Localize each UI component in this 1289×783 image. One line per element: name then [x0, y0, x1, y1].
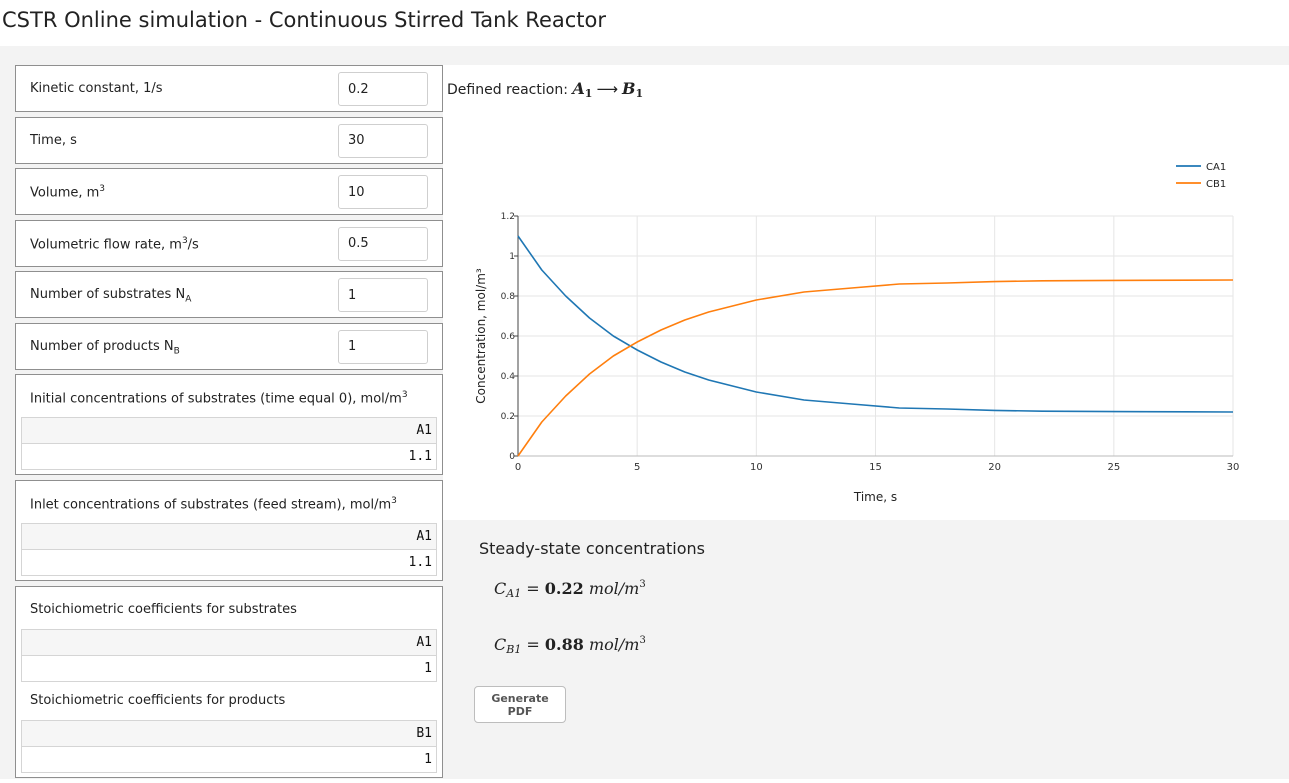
ca-eq: =: [521, 579, 545, 598]
y-tick-label: 1.2: [501, 212, 515, 222]
x-tick-label: 25: [1107, 462, 1120, 473]
substrates-row: Number of substrates NA: [15, 271, 443, 318]
volume-label: Volume, m3: [30, 184, 105, 200]
substrates-label-sub: A: [185, 294, 192, 305]
cb-var: C: [494, 635, 507, 654]
products-label: Number of products NB: [30, 339, 180, 357]
ca-unit-sup: 3: [639, 579, 646, 590]
inlet-concentrations-label: Inlet concentrations of substrates (feed…: [30, 496, 397, 512]
generate-pdf-button[interactable]: Generate PDF: [474, 686, 566, 723]
concentration-chart[interactable]: 0 5 10 15 20 25 30 0 0.2 0.4 0.6 0.8 1 1.2 Time, s Conc…: [443, 65, 1289, 520]
initial-header-A1: A1: [21, 417, 437, 444]
flow-rate-label-text: Volumetric flow rate, m: [30, 236, 182, 252]
steady-state-title: Steady-state concentrations: [479, 539, 705, 558]
initial-value-A1[interactable]: 1.1: [21, 443, 437, 470]
stoich-substrates-value-A1[interactable]: 1: [21, 655, 437, 682]
y-tick-label: 0.6: [501, 332, 516, 342]
flow-rate-label: Volumetric flow rate, m3/s: [30, 236, 199, 252]
stoich-substrates-label: Stoichiometric coefficients for substrat…: [30, 602, 297, 617]
inlet-concentrations-label-sup: 3: [391, 496, 397, 506]
steady-state-cb: CB1 = 0.88 mol/m3: [494, 635, 646, 656]
kinetic-constant-label: Kinetic constant, 1/s: [30, 81, 163, 96]
products-label-text: Number of products N: [30, 338, 174, 354]
steady-state-ca: CA1 = 0.22 mol/m3: [494, 579, 646, 600]
time-label: Time, s: [30, 132, 77, 148]
y-tick-label: 0.2: [501, 412, 515, 422]
parameters-panel: Kinetic constant, 1/s Time, s Volume, m3…: [15, 65, 443, 783]
time-input[interactable]: [338, 123, 428, 158]
y-tick-label: 0.4: [501, 372, 516, 382]
y-tick-label: 0.8: [501, 292, 516, 302]
stoich-substrates-header-A1: A1: [21, 629, 437, 656]
cb-eq: =: [521, 635, 545, 654]
x-tick-label: 30: [1227, 462, 1240, 473]
x-tick-label: 10: [750, 462, 763, 473]
stoich-products-label: Stoichiometric coefficients for products: [30, 693, 286, 708]
products-input[interactable]: [338, 329, 428, 364]
substrates-label-text: Number of substrates N: [30, 287, 186, 302]
y-tick-label: 0: [509, 452, 515, 462]
cb-value: 0.88: [544, 635, 584, 654]
time-row: Time, s: [15, 116, 443, 164]
y-axis-label: Concentration, mol/m³: [474, 268, 488, 404]
ca-var: C: [494, 579, 507, 598]
kinetic-constant-input[interactable]: [338, 72, 428, 106]
substrates-label: Number of substrates NA: [30, 287, 191, 305]
x-axis-label: Time, s: [853, 490, 897, 504]
volume-row: Volume, m3: [15, 168, 443, 215]
ca-sub: A1: [506, 587, 522, 600]
x-tick-label: 20: [988, 462, 1001, 473]
chart-panel: Defined reaction: A1 ⟶ B1 0 5 10 15 20 25 30 0 0.2…: [443, 65, 1289, 520]
products-row: Number of products NB: [15, 322, 443, 370]
steady-state-panel: Steady-state concentrations CA1 = 0.22 m…: [443, 520, 1289, 779]
ca-unit: mol/m: [588, 579, 640, 598]
legend-label-CA1: CA1: [1206, 162, 1226, 173]
x-tick-label: 15: [869, 462, 882, 473]
inlet-value-A1[interactable]: 1.1: [21, 549, 437, 576]
x-tick-label: 5: [634, 462, 640, 473]
ca-value: 0.22: [544, 579, 584, 598]
kinetic-constant-row: Kinetic constant, 1/s: [15, 65, 443, 112]
x-tick-label: 0: [515, 462, 521, 473]
volume-label-text: Volume, m: [30, 185, 100, 201]
stoich-products-header-B1: B1: [21, 720, 437, 747]
inlet-header-A1: A1: [21, 523, 437, 550]
cb-unit: mol/m: [588, 635, 640, 654]
volume-input[interactable]: [338, 175, 428, 209]
stoich-products-value-B1[interactable]: 1: [21, 746, 437, 773]
inlet-concentrations-label-text: Inlet concentrations of substrates (feed…: [30, 497, 392, 513]
cb-unit-sup: 3: [639, 635, 646, 646]
flow-rate-input[interactable]: [338, 226, 428, 261]
substrates-input[interactable]: [338, 278, 428, 312]
legend-label-CB1: CB1: [1206, 179, 1226, 190]
initial-concentrations-group: Initial concentrations of substrates (ti…: [15, 374, 443, 475]
initial-concentrations-label-text: Initial concentrations of substrates (ti…: [30, 391, 402, 407]
stoichiometric-group: Stoichiometric coefficients for substrat…: [15, 586, 443, 778]
page-title: CSTR Online simulation - Continuous Stir…: [2, 8, 607, 32]
initial-concentrations-label-sup: 3: [401, 390, 408, 400]
inlet-concentrations-group: Inlet concentrations of substrates (feed…: [15, 480, 443, 581]
products-label-sub: B: [173, 346, 180, 357]
initial-concentrations-label: Initial concentrations of substrates (ti…: [30, 390, 408, 406]
volume-label-sup: 3: [99, 184, 106, 194]
y-tick-label: 1: [509, 252, 515, 262]
flow-rate-label-tail: /s: [187, 236, 199, 252]
cb-sub: B1: [506, 643, 522, 656]
flow-rate-row: Volumetric flow rate, m3/s: [15, 219, 443, 267]
